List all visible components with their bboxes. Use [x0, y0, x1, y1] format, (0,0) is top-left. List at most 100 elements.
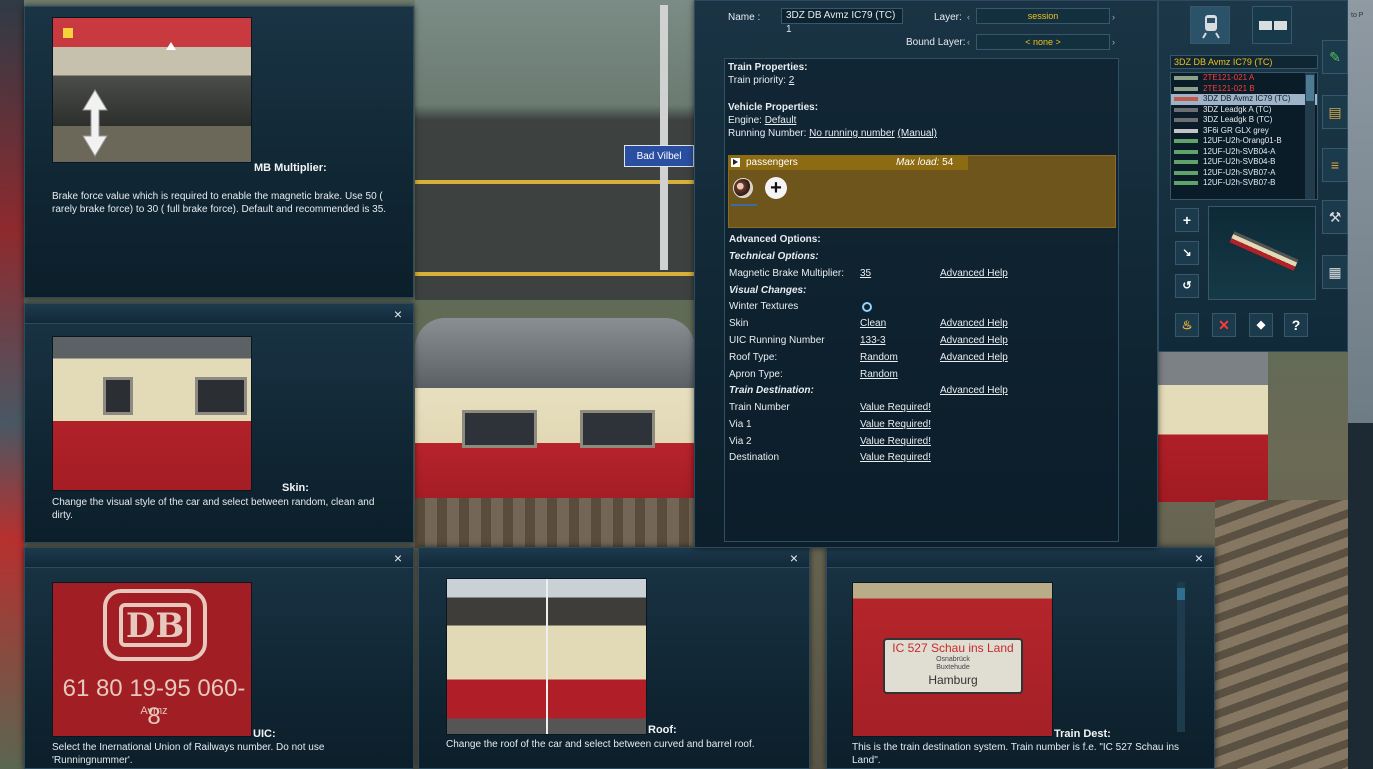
help-text: Brake force value which is required to e… [52, 191, 387, 215]
scrollbar[interactable] [1305, 73, 1315, 199]
mb-value-link[interactable]: 35 [860, 268, 871, 279]
help-button[interactable]: ? [1284, 313, 1308, 337]
manual-link[interactable]: (Manual) [898, 128, 937, 139]
scene-left-edge [0, 0, 24, 769]
name-input[interactable]: 3DZ DB Avmz IC79 (TC) 1 [781, 8, 903, 35]
close-icon[interactable]: × [391, 307, 405, 321]
list-item[interactable]: 3DZ Leadgk B (TC) [1171, 115, 1317, 126]
help-heading: MB Multiplier: [254, 162, 327, 174]
via1-link[interactable]: Value Required! [860, 419, 931, 430]
arrow-left-icon[interactable]: ‹ [967, 37, 970, 47]
train-car-roof [415, 318, 695, 388]
scrollbar-thumb[interactable] [1177, 588, 1185, 600]
section-heading: Train Properties: [728, 62, 808, 73]
asset-list[interactable]: 2TE121-021 A 2TE121-021 B 3DZ DB Avmz IC… [1170, 72, 1318, 200]
apron-value-link[interactable]: Random [860, 369, 898, 380]
help-panel-roof: × Roof: Change the roof of the car and s… [418, 547, 810, 769]
destination-plate: IC 527 Schau ins Land Osnabrück Buxtehud… [883, 638, 1023, 694]
list-item[interactable]: 12UF-U2h-SVB07-B [1171, 178, 1317, 189]
car-window [195, 377, 247, 415]
subsection-heading: Train Destination: [729, 385, 814, 396]
track-tool-icon[interactable]: ≡ [1322, 148, 1348, 182]
running-number-link[interactable]: No running number [809, 128, 895, 139]
uic-value-link[interactable]: 133-3 [860, 335, 886, 346]
apron-label: Apron Type: [729, 369, 783, 380]
scrollbar[interactable] [1177, 582, 1185, 732]
uic-class-image-text: Avmz [140, 705, 168, 717]
max-load: Max load: 54 [896, 157, 954, 168]
passenger-underline [731, 204, 757, 206]
list-item[interactable]: 12UF-U2h-Orang01-B [1171, 136, 1317, 147]
list-item[interactable]: 12UF-U2h-SVB07-A [1171, 168, 1317, 179]
advanced-help-link[interactable]: Advanced Help [940, 335, 1008, 346]
rotate-icon[interactable]: ↺ [1175, 274, 1199, 298]
advanced-help-link[interactable]: Advanced Help [940, 352, 1008, 363]
expand-arrow-icon[interactable] [731, 158, 740, 167]
bound-layer-select[interactable]: < none > [976, 34, 1110, 50]
list-item[interactable]: 2TE121-021 A [1171, 73, 1317, 84]
via2-link[interactable]: Value Required! [860, 436, 931, 447]
close-icon[interactable]: × [391, 551, 405, 565]
car-window [103, 377, 133, 415]
help-heading: Roof: [648, 724, 677, 736]
help-image-skin [52, 336, 252, 491]
delete-icon[interactable]: ✕ [1212, 313, 1236, 337]
passenger-icon[interactable] [733, 178, 753, 198]
help-heading: Train Dest: [1054, 728, 1111, 740]
help-panel-train-dest: × IC 527 Schau ins Land Osnabrück Buxteh… [826, 547, 1215, 769]
train-car-body[interactable] [1158, 352, 1268, 502]
arrow-right-icon[interactable]: › [1112, 12, 1115, 22]
list-item[interactable]: 12UF-U2h-SVB04-B [1171, 157, 1317, 168]
list-item[interactable]: 3DZ DB Avmz IC79 (TC) [1171, 94, 1317, 105]
arrow-right-icon[interactable]: › [1112, 37, 1115, 47]
advanced-help-link[interactable]: Advanced Help [940, 318, 1008, 329]
advanced-help-link[interactable]: Advanced Help [940, 268, 1008, 279]
uic-number-image-text: 61 80 19-95 060-8 [62, 675, 246, 730]
add-icon[interactable]: + [765, 177, 787, 199]
add-icon[interactable]: + [1175, 208, 1199, 232]
panel-title-bar[interactable] [827, 548, 1214, 568]
bound-layer-label: Bound Layer: [906, 37, 966, 48]
panel-title-bar[interactable] [25, 304, 413, 324]
pointer-icon[interactable]: ↘ [1175, 241, 1199, 265]
fire-icon[interactable]: ♨ [1175, 313, 1199, 337]
objects-tool-icon[interactable]: ▤ [1322, 95, 1348, 129]
load-name: passengers [746, 157, 798, 168]
help-panel-uic: × DB 61 80 19-95 060-8 Avmz UIC: Select … [24, 547, 414, 769]
list-item[interactable]: 12UF-U2h-SVB04-A [1171, 147, 1317, 158]
roof-value-link[interactable]: Random [860, 352, 898, 363]
arrow-left-icon[interactable]: ‹ [967, 12, 970, 22]
panel-title-bar[interactable] [25, 548, 413, 568]
destination-link[interactable]: Value Required! [860, 452, 931, 463]
section-heading: Vehicle Properties: [728, 102, 819, 113]
winter-textures-radio-icon[interactable] [862, 302, 872, 312]
train-priority-link[interactable]: 2 [789, 75, 795, 86]
close-icon[interactable]: × [787, 551, 801, 565]
section-heading: Advanced Options: [729, 234, 821, 245]
eye-icon[interactable]: ◆ [1249, 313, 1273, 337]
mb-label: Magnetic Brake Multiplier: [729, 268, 845, 279]
panel-title-bar[interactable] [419, 548, 809, 568]
train-number-link[interactable]: Value Required! [860, 402, 931, 413]
layer-select[interactable]: session [976, 8, 1110, 24]
skin-value-link[interactable]: Clean [860, 318, 886, 329]
tab-consists[interactable] [1252, 6, 1292, 44]
help-text: Select the Inernational Union of Railway… [52, 742, 325, 766]
terrain-tool-icon[interactable]: ✎ [1322, 40, 1348, 74]
layers-tool-icon[interactable]: ▦ [1322, 255, 1348, 289]
train-priority-label: Train priority: [728, 75, 786, 86]
tools-wrench-icon[interactable]: ⚒ [1322, 200, 1348, 234]
help-heading: Skin: [282, 482, 309, 494]
engine-link[interactable]: Default [765, 115, 797, 126]
tab-trains[interactable] [1190, 6, 1230, 44]
window-right-edge [1348, 0, 1373, 769]
engine-row: Engine: Default [728, 115, 796, 126]
close-icon[interactable]: × [1192, 551, 1206, 565]
help-panel-skin: × Skin: Change the visual style of the c… [24, 303, 414, 543]
image-divider [546, 579, 548, 734]
list-item[interactable]: 3F6i GR GLX grey [1171, 126, 1317, 137]
advanced-help-link[interactable]: Advanced Help [940, 385, 1008, 396]
scrollbar-thumb[interactable] [1306, 75, 1314, 101]
list-item[interactable]: 2TE121-021 B [1171, 84, 1317, 95]
list-item[interactable]: 3DZ Leadgk A (TC) [1171, 105, 1317, 116]
